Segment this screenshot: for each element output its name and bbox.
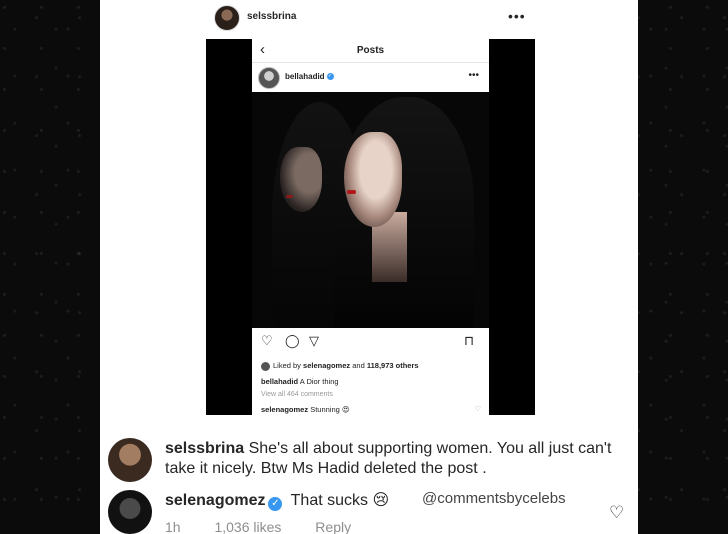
photo-reflection-face <box>280 147 322 212</box>
embedded-action-bar: ♡ ◯ ▽ ⊓ <box>252 330 489 350</box>
comment-username[interactable]: selssbrina <box>165 440 244 457</box>
liked-by-count: 118,973 others <box>366 361 419 370</box>
embedded-username: bellahadid ✓ <box>285 72 334 81</box>
comment-meta: 1h 1,036 likes Reply <box>165 519 381 534</box>
comment-avatar[interactable] <box>108 438 152 482</box>
reply-button[interactable]: Reply <box>315 519 351 534</box>
caption-text: A Dior thing <box>299 377 339 386</box>
liked-by-and: and <box>352 361 365 370</box>
comment-likes[interactable]: 1,036 likes <box>214 519 281 534</box>
embedded-screenshot: ‹ Posts bellahadid ✓ ••• ♡ ◯ ▽ ⊓ Liked b… <box>206 39 535 415</box>
avatar[interactable] <box>214 5 240 31</box>
embedded-navbar: ‹ Posts <box>252 39 489 63</box>
embedded-comment-heart-icon: ♡ <box>474 406 481 413</box>
liked-by: Liked by selenagomez and 118,973 others <box>261 361 419 371</box>
comment-username[interactable]: selenagomez <box>165 492 265 509</box>
embedded-post-header: bellahadid ✓ ••• <box>252 64 489 92</box>
comment-body: selenagomez ✓ That sucks 😢 <box>165 490 389 511</box>
liker-avatar <box>261 361 270 371</box>
embedded-username-text: bellahadid <box>285 72 325 81</box>
verified-icon: ✓ <box>326 73 334 81</box>
photo-face <box>344 132 402 227</box>
embedded-more-icon: ••• <box>468 70 479 81</box>
comment-item: selssbrina She's all about supporting wo… <box>100 430 638 485</box>
embedded-caption: bellahadid A Dior thing <box>261 377 339 386</box>
photo-lips <box>347 190 356 194</box>
share-icon: ▽ <box>309 333 319 348</box>
embedded-post: ‹ Posts bellahadid ✓ ••• ♡ ◯ ▽ ⊓ Liked b… <box>252 39 489 415</box>
like-heart-icon[interactable]: ♡ <box>609 503 624 523</box>
caption-user: bellahadid <box>261 377 299 386</box>
embedded-nav-title: Posts <box>356 45 385 56</box>
post-username[interactable]: selssbrina <box>247 11 296 22</box>
comment-icon: ◯ <box>285 333 300 348</box>
comment-body: selssbrina She's all about supporting wo… <box>165 439 625 479</box>
watermark: @commentsbycelebs <box>422 490 566 507</box>
verified-icon: ✓ <box>268 497 283 511</box>
comment-text: That sucks 😢 <box>290 492 390 509</box>
comment-time: 1h <box>165 519 181 534</box>
embedded-comment: selenagomez Stunning 😍 <box>261 405 350 414</box>
embedded-avatar <box>258 67 280 89</box>
liked-by-prefix: Liked by <box>273 361 301 370</box>
post-card: selssbrina ••• ‹ Posts bellahadid✓ ••• <box>100 0 638 534</box>
view-all-comments: View all 464 comments <box>261 391 333 398</box>
liked-by-user: selenagomez <box>303 361 351 370</box>
comment-item: selenagomez ✓ That sucks 😢 @commentsbycel… <box>100 485 638 534</box>
post-header: selssbrina ••• <box>100 0 638 36</box>
photo-reflection-lips <box>286 195 293 198</box>
post-photo <box>252 92 489 328</box>
bookmark-icon: ⊓ <box>464 333 475 348</box>
more-options-icon[interactable]: ••• <box>508 8 526 24</box>
embedded-comment-user: selenagomez <box>261 405 309 414</box>
embedded-comment-text: Stunning 😍 <box>310 405 350 414</box>
comment-avatar[interactable] <box>108 490 152 534</box>
heart-icon: ♡ <box>261 333 273 348</box>
